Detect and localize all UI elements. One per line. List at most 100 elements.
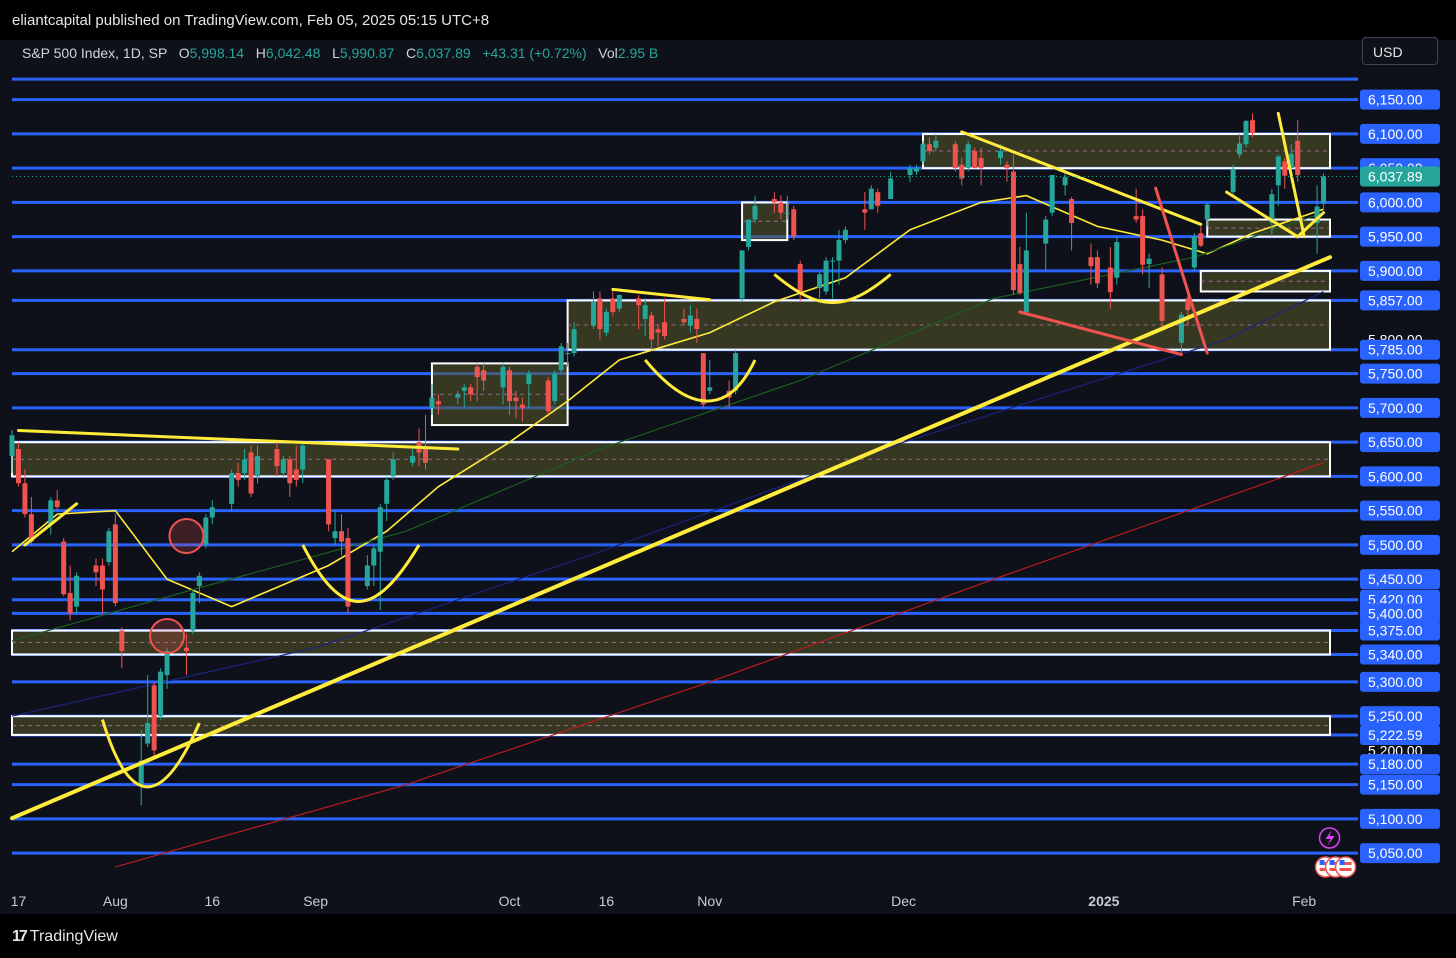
candle-body bbox=[345, 538, 351, 607]
marker-circle-1 bbox=[149, 618, 186, 655]
candle-body bbox=[1237, 143, 1243, 155]
candle bbox=[791, 205, 797, 241]
candle bbox=[746, 219, 752, 251]
time-axis-label: 16 bbox=[599, 893, 615, 909]
candle bbox=[952, 140, 958, 172]
candle-body bbox=[229, 473, 235, 504]
price-axis-label: 5,857.00 bbox=[1368, 292, 1423, 308]
candle-body bbox=[616, 294, 622, 309]
candle-body bbox=[655, 329, 661, 333]
candle-body bbox=[93, 565, 99, 573]
candle bbox=[920, 140, 926, 165]
price-axis-label: 6,150.00 bbox=[1368, 92, 1423, 108]
candle-body bbox=[920, 144, 926, 162]
candle-body bbox=[119, 630, 125, 652]
brand[interactable]: 17 TradingView bbox=[12, 928, 118, 946]
candle-body bbox=[1295, 140, 1301, 176]
candle bbox=[248, 445, 254, 497]
price-axis-label: 5,180.00 bbox=[1368, 756, 1423, 772]
candle-body bbox=[836, 240, 842, 261]
price-axis-label: 5,100.00 bbox=[1368, 811, 1423, 827]
candle-body bbox=[1088, 257, 1094, 267]
candle-body bbox=[293, 469, 299, 480]
candle-body bbox=[1069, 199, 1075, 223]
candle-body bbox=[1146, 258, 1152, 265]
price-axis: 6,150.006,100.006,050.006,000.005,950.00… bbox=[1360, 70, 1456, 914]
candle-body bbox=[694, 318, 700, 330]
candle-body bbox=[390, 459, 396, 477]
candle-body bbox=[287, 459, 293, 484]
candle-body bbox=[326, 459, 332, 525]
candle-body bbox=[571, 329, 577, 354]
candle-body bbox=[1243, 120, 1249, 145]
candle bbox=[1230, 164, 1236, 196]
price-axis-label: 5,340.00 bbox=[1368, 647, 1423, 663]
candle-body bbox=[784, 212, 790, 214]
price-chart[interactable]: 6,150.006,100.006,050.006,000.005,950.00… bbox=[0, 0, 1456, 958]
candle-body bbox=[410, 455, 416, 463]
candle-body bbox=[9, 435, 15, 456]
us-flag-icon-canton bbox=[1329, 860, 1335, 865]
candle-body bbox=[164, 651, 170, 676]
candle-body bbox=[1321, 176, 1327, 204]
tradingview-logo-icon: 17 bbox=[12, 928, 28, 945]
candle-body bbox=[300, 445, 306, 470]
open-value: 5,998.14 bbox=[189, 45, 245, 61]
candle-body bbox=[590, 301, 596, 326]
candle-body bbox=[842, 229, 848, 241]
candle-body bbox=[687, 315, 693, 326]
candle-body bbox=[662, 322, 668, 336]
candle bbox=[1114, 236, 1120, 285]
candle-body bbox=[791, 209, 797, 237]
candle-body bbox=[526, 373, 532, 384]
candle bbox=[558, 342, 564, 374]
candle-body bbox=[1159, 274, 1165, 321]
price-axis-label: 5,250.00 bbox=[1368, 708, 1423, 724]
candle-body bbox=[1062, 177, 1068, 186]
candle-body bbox=[1133, 216, 1139, 220]
candle-body bbox=[681, 318, 687, 323]
price-axis-label: 5,700.00 bbox=[1368, 400, 1423, 416]
price-axis-label: 5,900.00 bbox=[1368, 263, 1423, 279]
change-value: +43.31 (+0.72%) bbox=[482, 45, 587, 61]
candle bbox=[823, 257, 829, 295]
candle-body bbox=[888, 178, 894, 199]
candle-body bbox=[422, 449, 428, 463]
candle-body bbox=[1198, 233, 1204, 246]
candle-body bbox=[158, 671, 164, 717]
candle-body bbox=[481, 370, 487, 381]
candle bbox=[1243, 120, 1249, 148]
candle-body bbox=[998, 151, 1003, 158]
time-axis-label: 2025 bbox=[1088, 893, 1119, 909]
high-label: H bbox=[255, 45, 266, 61]
candle-body bbox=[565, 353, 571, 355]
candle-body bbox=[61, 541, 67, 595]
us-flag-icon bbox=[1334, 856, 1357, 878]
candle bbox=[739, 250, 745, 302]
candle-body bbox=[752, 205, 758, 220]
candle-body bbox=[1275, 156, 1281, 186]
candle bbox=[106, 527, 112, 566]
candle-body bbox=[642, 305, 648, 319]
currency-button[interactable]: USD bbox=[1362, 37, 1438, 65]
candle-body bbox=[926, 144, 932, 152]
candle-body bbox=[700, 353, 706, 405]
candle-body bbox=[455, 394, 461, 398]
candle-body bbox=[914, 168, 920, 172]
candle-body bbox=[1107, 267, 1113, 293]
candle-body bbox=[959, 164, 965, 179]
candle-body bbox=[474, 366, 480, 378]
candle bbox=[158, 668, 164, 720]
candle-body bbox=[1140, 216, 1146, 265]
candle-body bbox=[1114, 242, 1120, 278]
time-axis-label: Aug bbox=[103, 893, 128, 909]
candle-body bbox=[649, 315, 655, 340]
candle-body bbox=[1010, 171, 1016, 291]
candle-body bbox=[797, 264, 803, 292]
candle-body bbox=[364, 565, 370, 587]
candle-body bbox=[339, 531, 344, 542]
price-axis-label: 5,600.00 bbox=[1368, 468, 1423, 484]
candle-body bbox=[99, 565, 105, 590]
candle-body bbox=[242, 459, 248, 473]
price-axis-label: 5,950.00 bbox=[1368, 229, 1423, 245]
